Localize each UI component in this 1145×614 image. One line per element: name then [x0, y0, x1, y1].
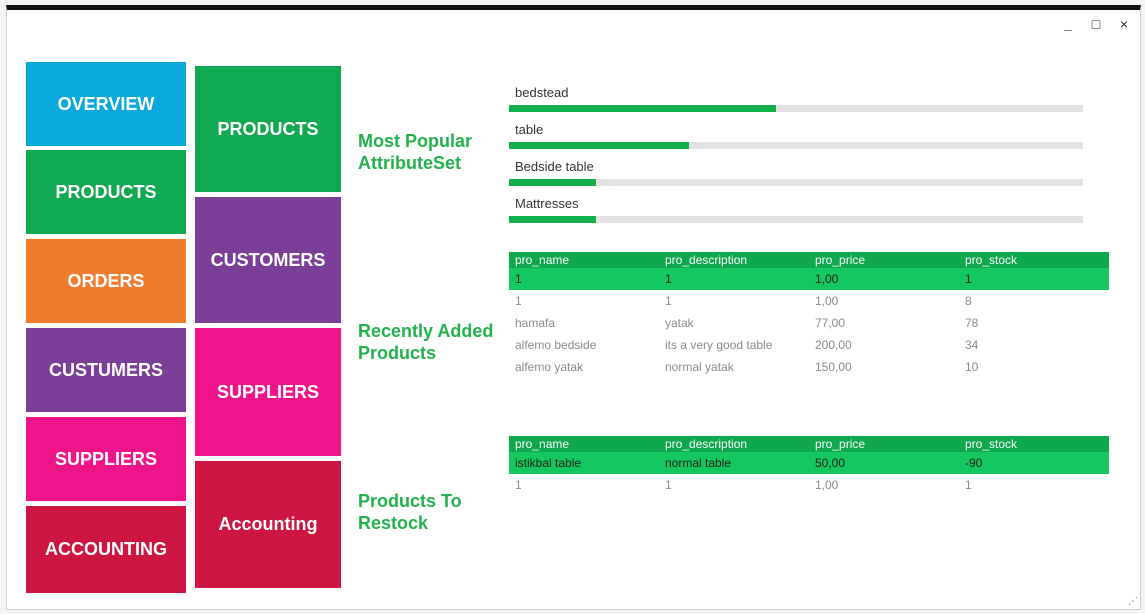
- grid-header-cell[interactable]: pro_name: [509, 437, 659, 451]
- grid-cell: 150,00: [815, 360, 852, 374]
- popular-bar-track: [509, 179, 1083, 186]
- grid-cell: 1: [515, 272, 522, 286]
- window-controls: _ □ ×: [1060, 16, 1132, 32]
- close-icon[interactable]: ×: [1116, 16, 1132, 32]
- grid-cell: 200,00: [815, 338, 852, 352]
- popular-bar-item: bedstead: [509, 84, 1083, 112]
- popular-bar-fill: [509, 216, 597, 223]
- grid-header-cell[interactable]: pro_stock: [959, 253, 1109, 267]
- tile-accounting-large-label: Accounting: [218, 514, 318, 534]
- tile-orders[interactable]: ORDERS: [26, 239, 186, 323]
- grid-cell: -90: [965, 456, 983, 470]
- tile-accounting-large[interactable]: Accounting: [195, 461, 341, 588]
- tile-overview-label: OVERVIEW: [57, 93, 155, 114]
- popular-bar-fill: [509, 179, 597, 186]
- tile-suppliers-label: SUPPLIERS: [54, 448, 158, 469]
- tile-suppliers-large-label: SUPPLIERS: [216, 381, 320, 402]
- tile-custumers-label: CUSTUMERS: [48, 359, 163, 380]
- restock-table-row[interactable]: 1 1 1,00 1: [509, 474, 1109, 496]
- grid-cell: istikbal table: [515, 456, 582, 470]
- grid-cell: normal table: [665, 456, 732, 470]
- grid-cell: 34: [965, 338, 979, 352]
- grid-cell: 1: [665, 294, 672, 308]
- tile-orders-label: ORDERS: [67, 270, 145, 291]
- section-most-popular: Most Popular AttributeSet: [358, 131, 473, 173]
- grid-cell: alfemo yatak: [515, 360, 584, 374]
- recent-table-row[interactable]: 1 1 1,00 1: [509, 268, 1109, 290]
- grid-header-row: pro_name pro_description pro_price pro_stoc…: [509, 252, 1109, 268]
- popular-bar-track: [509, 216, 1083, 223]
- popular-bar-fill: [509, 142, 689, 149]
- tile-accounting-label: ACCOUNTING: [45, 539, 167, 559]
- grid-cell: normal yatak: [665, 360, 734, 374]
- tile-products-label: PRODUCTS: [55, 181, 157, 202]
- tile-suppliers-large[interactable]: SUPPLIERS: [195, 328, 341, 456]
- popular-bar-label: bedstead: [515, 85, 569, 100]
- section-restock: Products To Restock: [358, 491, 462, 533]
- recent-products-grid[interactable]: pro_name pro_description pro_price pro_stoc…: [509, 252, 1109, 378]
- grid-cell: yatak: [665, 316, 694, 330]
- recent-table-row[interactable]: alfemo yatak normal yatak 150,00 10: [509, 356, 1109, 378]
- grid-cell: 1,00: [815, 478, 839, 492]
- grid-cell: 1: [965, 478, 972, 492]
- grid-header-cell[interactable]: pro_name: [509, 253, 659, 267]
- grid-cell: 1: [515, 294, 522, 308]
- grid-cell: 1,00: [815, 272, 839, 286]
- grid-header-cell[interactable]: pro_price: [809, 253, 959, 267]
- popular-bar-item: Mattresses: [509, 195, 1083, 223]
- tile-accounting[interactable]: ACCOUNTING: [26, 506, 186, 593]
- recent-table-row[interactable]: alfemo bedside its a very good table 200,0…: [509, 334, 1109, 356]
- maximize-icon[interactable]: □: [1088, 16, 1104, 32]
- tile-customers-large[interactable]: CUSTOMERS: [195, 197, 341, 323]
- resize-grip-icon[interactable]: ⋰: [1128, 596, 1138, 607]
- tile-products-large[interactable]: PRODUCTS: [195, 66, 341, 192]
- recent-table-row[interactable]: hamafa yatak 77,00 78: [509, 312, 1109, 334]
- grid-header-cell[interactable]: pro_stock: [959, 437, 1109, 451]
- grid-cell: 1: [665, 478, 672, 492]
- popular-bar-track: [509, 105, 1083, 112]
- grid-header-row: pro_name pro_description pro_price pro_stoc…: [509, 436, 1109, 452]
- tile-customers-large-label: CUSTOMERS: [210, 249, 326, 270]
- restock-table-row[interactable]: istikbal table normal table 50,00 -90: [509, 452, 1109, 474]
- tile-overview[interactable]: OVERVIEW: [26, 62, 186, 146]
- grid-cell: 1: [515, 478, 522, 492]
- popular-bar-item: Bedside table: [509, 158, 1083, 186]
- popular-bar-fill: [509, 105, 776, 112]
- tile-custumers[interactable]: CUSTUMERS: [26, 328, 186, 412]
- recent-table-row[interactable]: 1 1 1,00 8: [509, 290, 1109, 312]
- grid-cell: 1: [665, 272, 672, 286]
- grid-header-cell[interactable]: pro_description: [659, 437, 809, 451]
- grid-cell: alfemo bedside: [515, 338, 597, 352]
- popular-bar-label: Mattresses: [515, 196, 579, 211]
- popular-bar-track: [509, 142, 1083, 149]
- tile-products[interactable]: PRODUCTS: [26, 150, 186, 234]
- popular-bar-item: table: [509, 121, 1083, 149]
- grid-cell: 8: [965, 294, 972, 308]
- section-recently-added: Recently Added Products: [358, 321, 494, 363]
- restock-products-grid[interactable]: pro_name pro_description pro_price pro_stoc…: [509, 436, 1109, 496]
- grid-header-cell[interactable]: pro_price: [809, 437, 959, 451]
- grid-cell: its a very good table: [665, 338, 773, 352]
- tile-products-large-label: PRODUCTS: [217, 118, 319, 139]
- minimize-icon[interactable]: _: [1060, 16, 1076, 32]
- grid-header-cell[interactable]: pro_description: [659, 253, 809, 267]
- popular-bar-label: Bedside table: [515, 159, 594, 174]
- grid-cell: 1: [965, 272, 972, 286]
- grid-cell: 77,00: [815, 316, 846, 330]
- grid-cell: 78: [965, 316, 979, 330]
- grid-cell: 50,00: [815, 456, 846, 470]
- grid-cell: hamafa: [515, 316, 556, 330]
- grid-cell: 1,00: [815, 294, 839, 308]
- grid-cell: 10: [965, 360, 979, 374]
- popular-bar-label: table: [515, 122, 544, 137]
- tile-suppliers[interactable]: SUPPLIERS: [26, 417, 186, 501]
